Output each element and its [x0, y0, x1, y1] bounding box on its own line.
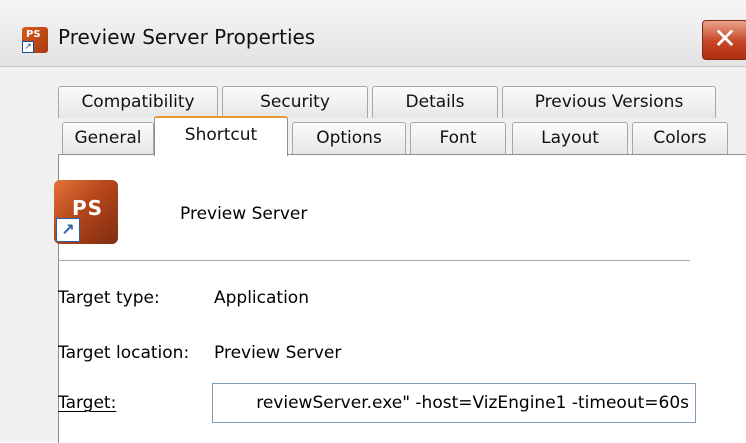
- program-icon: PS ↗: [54, 180, 118, 244]
- shortcut-name: Preview Server: [180, 204, 308, 224]
- target-type-label: Target type:: [58, 288, 160, 308]
- tab-previous-versions[interactable]: Previous Versions: [502, 86, 716, 118]
- close-button[interactable]: ✕: [702, 20, 746, 60]
- target-label: Target:: [58, 393, 117, 413]
- tab-options[interactable]: Options: [292, 122, 406, 154]
- shortcut-arrow-icon: ↗: [56, 218, 80, 242]
- target-location-label: Target location:: [58, 343, 190, 363]
- target-location-value: Preview Server: [214, 343, 342, 363]
- tab-font[interactable]: Font: [410, 122, 506, 154]
- app-icon-text: PS: [26, 29, 41, 40]
- tab-compatibility[interactable]: Compatibility: [58, 86, 218, 118]
- tab-security[interactable]: Security: [222, 86, 368, 118]
- app-icon: PS ↗: [22, 27, 48, 53]
- tab-colors[interactable]: Colors: [632, 122, 728, 154]
- tab-details[interactable]: Details: [372, 86, 498, 118]
- window-title: Preview Server Properties: [58, 25, 316, 49]
- program-icon-text: PS: [72, 196, 104, 220]
- tab-layout[interactable]: Layout: [512, 122, 628, 154]
- properties-window: PS ↗ Preview Server Properties ✕ Compati…: [0, 0, 746, 443]
- target-input[interactable]: reviewServer.exe" -host=VizEngine1 -time…: [212, 383, 696, 423]
- separator: [58, 260, 690, 261]
- tab-general[interactable]: General: [62, 122, 154, 154]
- title-bar[interactable]: PS ↗ Preview Server Properties ✕: [0, 0, 746, 67]
- shortcut-arrow-icon: ↗: [22, 41, 34, 53]
- tab-shortcut[interactable]: Shortcut: [154, 116, 288, 156]
- target-type-value: Application: [214, 288, 309, 308]
